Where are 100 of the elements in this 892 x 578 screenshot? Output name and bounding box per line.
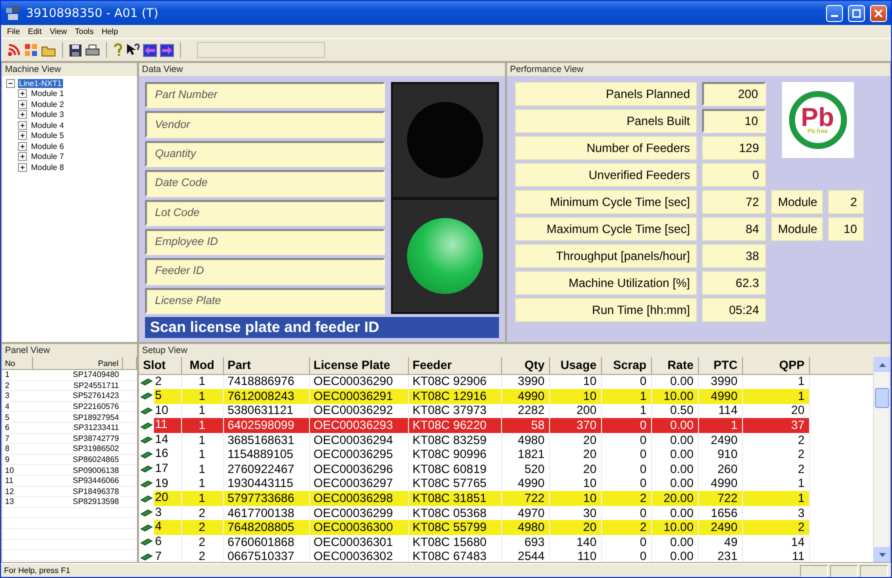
tree-item[interactable]: Module 6 (30, 142, 65, 151)
table-cell: 19 (154, 476, 180, 492)
input-field[interactable]: Part Number (145, 82, 385, 108)
table-cell: 4980 (501, 432, 549, 448)
expand-icon[interactable] (18, 120, 27, 130)
tree-item[interactable]: Module 3 (30, 110, 65, 120)
column-header[interactable]: Rate (651, 357, 698, 374)
tree-item[interactable]: Module 2 (30, 100, 65, 109)
input-field[interactable]: Quantity (145, 140, 385, 168)
tree-item[interactable]: Module 1 (30, 89, 65, 98)
table-row[interactable]: 2 1 7418886976 OEC00036290 KT08C 92906 3990 10 0 0.00 3990 1 (139, 374, 874, 390)
maximize-button[interactable] (848, 4, 865, 22)
tree-item[interactable]: Module 4 (30, 120, 65, 130)
input-field[interactable]: Feeder ID (145, 258, 385, 285)
menu-item[interactable]: Tools (74, 27, 94, 36)
expand-icon[interactable] (18, 142, 27, 151)
print-icon[interactable] (85, 44, 100, 56)
table-row[interactable]: 20 1 5797733686 OEC00036298 KT08C 31851 722 10 2 20.00 722 1 (139, 491, 874, 506)
table-row[interactable]: 4 2 7648208805 OEC00036300 KT08C 55799 4980 20 2 10.00 2490 2 (139, 520, 874, 536)
expand-icon[interactable] (18, 131, 27, 140)
metric-label: Minimum Cycle Time [sec] (515, 190, 697, 214)
column-header[interactable]: Usage (549, 357, 601, 374)
expand-icon[interactable] (18, 162, 27, 172)
close-button[interactable] (870, 4, 887, 22)
column-header[interactable]: No (2, 357, 32, 370)
table-cell: OEC00036292 (309, 404, 408, 418)
table-cell: 0 (601, 432, 651, 448)
column-header[interactable]: Mod (181, 357, 223, 374)
table-cell: 2 (742, 462, 809, 477)
table-cell: 3990 (698, 374, 742, 390)
expand-icon[interactable] (18, 89, 27, 98)
window-title: 3910898350 - A01 (T) (26, 6, 158, 20)
tree-item[interactable]: Line1-NXT1 (18, 78, 63, 88)
grid-icon[interactable] (24, 43, 38, 57)
feed-icon[interactable] (7, 43, 21, 57)
table-cell: 2 (742, 447, 809, 462)
table-row[interactable]: 6 2 6760601868 OEC00036301 KT08C 15680 693 140 0 0.00 49 14 (139, 535, 874, 550)
column-header[interactable]: License Plate (309, 357, 408, 374)
expand-icon[interactable] (18, 110, 27, 120)
module-value: 2 (828, 190, 864, 214)
table-cell: 722 (501, 491, 549, 506)
menu-item[interactable]: File (7, 27, 20, 36)
table-cell: 2 (2, 380, 32, 391)
column-header[interactable]: Slot (139, 357, 181, 374)
table-row[interactable]: 11 1 6402598099 OEC00036293 KT08C 96220 58 370 0 0.00 1 37 (139, 418, 874, 433)
collapse-icon[interactable] (6, 78, 15, 88)
table-cell: 10 (549, 389, 601, 404)
input-field[interactable]: License Plate (145, 288, 385, 314)
table-row[interactable]: 10 1 5380631121 OEC00036292 KT08C 37973 2282 200 1 0.50 114 20 (139, 404, 874, 418)
table-cell: OEC00036290 (309, 374, 408, 390)
input-field[interactable]: 10 (702, 109, 766, 133)
column-header[interactable]: PTC (698, 357, 742, 374)
table-row[interactable]: 17 1 2760922467 OEC00036296 KT08C 60819 520 20 0 0.00 260 2 (139, 462, 874, 477)
table-row[interactable]: 5 1 7612008243 OEC00036291 KT08C 12916 4990 10 1 10.00 4990 1 (139, 389, 874, 404)
menu-item[interactable]: Edit (28, 27, 42, 36)
input-field[interactable]: Lot Code (145, 200, 385, 226)
column-header[interactable]: Part (223, 357, 309, 374)
table-cell: 0.00 (651, 374, 698, 390)
table-row[interactable]: 3 2 4617700138 OEC00036299 KT08C 05368 4970 30 0 0.00 1656 3 (139, 506, 874, 520)
column-header[interactable]: Scrap (601, 357, 651, 374)
input-field[interactable]: 200 (702, 82, 766, 106)
table-cell: 4617700138 (223, 506, 309, 520)
table-cell: KT08C 05368 (408, 506, 501, 520)
table-row[interactable]: 16 1 1154889105 OEC00036295 KT08C 90996 1821 20 0 0.00 910 2 (139, 447, 874, 462)
feeder-icon (140, 422, 153, 430)
table-cell: KT08C 57765 (408, 476, 501, 492)
input-field[interactable]: Employee ID (145, 228, 385, 256)
expand-icon[interactable] (18, 100, 27, 109)
input-field[interactable]: Date Code (145, 170, 385, 196)
table-row[interactable]: 14 1 3685168631 OEC00036294 KT08C 83259 4980 20 0 0.00 2490 2 (139, 432, 874, 448)
input-field[interactable] (197, 42, 325, 58)
table-cell: 8 (2, 444, 32, 454)
scrollbar[interactable] (873, 357, 890, 562)
tree-item[interactable]: Module 7 (30, 152, 65, 162)
context-help-icon[interactable] (126, 43, 140, 57)
column-header[interactable]: QPP (742, 357, 809, 374)
column-header[interactable]: Panel (32, 357, 122, 370)
column-header[interactable]: Qty (501, 357, 549, 374)
table-cell: 1154889105 (223, 447, 309, 462)
table-row[interactable]: 7 2 0667510337 OEC00036302 KT08C 67483 2544 110 0 0.00 231 11 (139, 550, 874, 562)
forward-icon[interactable] (160, 44, 174, 56)
minimize-button[interactable] (826, 4, 843, 22)
back-icon[interactable] (143, 44, 157, 56)
scroll-thumb[interactable] (875, 388, 889, 408)
table-cell: 3 (2, 390, 32, 402)
menu-item[interactable]: Help (102, 27, 118, 36)
table-cell: 1 (181, 404, 223, 418)
table-cell: 7 (2, 433, 32, 444)
expand-icon[interactable] (18, 152, 27, 162)
tree-item[interactable]: Module 5 (30, 131, 65, 140)
column-header[interactable]: Feeder (408, 357, 501, 374)
pane-title: Panel View (2, 344, 137, 357)
table-cell: 6760601868 (223, 535, 309, 550)
tree-item[interactable]: Module 8 (30, 162, 65, 172)
save-icon[interactable] (69, 44, 82, 56)
folder-icon[interactable] (41, 44, 56, 56)
menu-item[interactable]: View (50, 27, 67, 36)
table-cell: 2 (181, 520, 223, 536)
table-row[interactable]: 19 1 1930443115 OEC00036297 KT08C 57765 4990 10 0 0.00 4990 1 (139, 476, 874, 492)
input-field[interactable]: Vendor (145, 111, 385, 138)
